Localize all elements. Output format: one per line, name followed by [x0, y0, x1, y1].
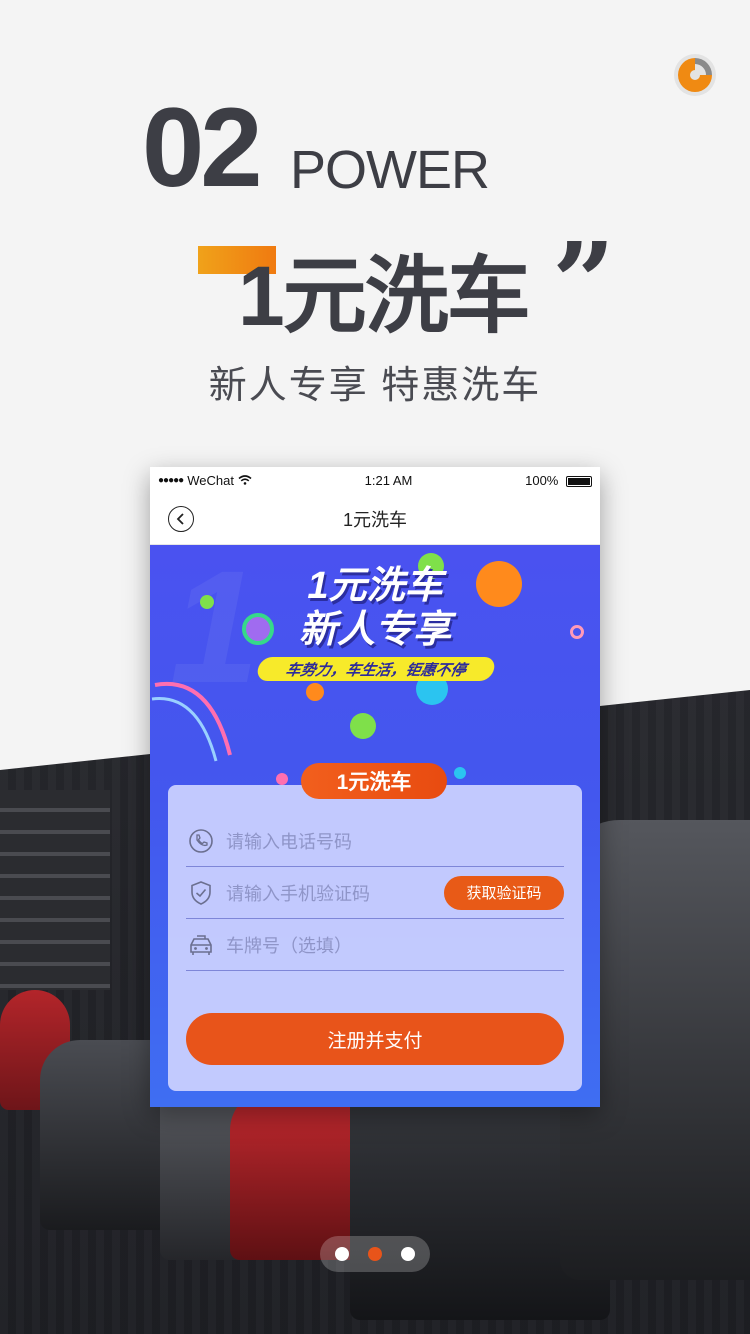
feature-title: 1元洗车 — [238, 249, 531, 343]
back-button[interactable] — [168, 506, 194, 532]
signup-form: 请输入电话号码 请输入手机验证码 获取验证码 车牌号（选填） 注册并支付 — [168, 785, 582, 1091]
feature-subtitle: 新人专享 特惠洗车 — [208, 365, 542, 407]
get-code-button[interactable]: 获取验证码 — [444, 875, 564, 910]
feature-power-label: POWER — [290, 140, 490, 200]
nav-title: 1元洗车 — [342, 509, 407, 530]
quote-mark: ” — [552, 218, 616, 347]
banner-headline-1: 1元洗车 — [307, 565, 443, 607]
code-input[interactable]: 请输入手机验证码 — [226, 880, 444, 906]
page-dot-active[interactable] — [368, 1247, 382, 1261]
chevron-left-icon — [176, 513, 184, 525]
background-building — [0, 790, 110, 990]
decor-arcs — [151, 681, 232, 762]
wifi-icon — [238, 475, 252, 485]
battery-percent: 100% — [525, 472, 559, 488]
shield-check-icon — [186, 878, 216, 908]
decor-bubble — [276, 773, 288, 785]
phone-icon — [186, 826, 216, 856]
page-dot[interactable] — [401, 1247, 415, 1261]
feature-number: 02 — [142, 85, 263, 210]
brand-logo-icon — [674, 54, 716, 96]
nav-bar: 1元洗车 — [150, 493, 600, 545]
battery-icon — [565, 475, 592, 487]
page-dot[interactable] — [335, 1247, 349, 1261]
promo-banner: 1 1元洗车 新人专享 车势力，车生活，钜惠不停 1元洗车 请输入电话号码 请输… — [150, 545, 600, 1107]
signal-dots-icon: ●●●●● — [158, 474, 184, 486]
decor-bubble — [350, 713, 376, 739]
decor-bubble — [306, 683, 324, 701]
status-bar: ●●●●● WeChat 1:21 AM 100% — [150, 467, 600, 493]
banner-tagline: 车势力，车生活，钜惠不停 — [255, 657, 497, 681]
carrier-name: WeChat — [187, 472, 234, 488]
plate-input[interactable]: 车牌号（选填） — [226, 932, 564, 958]
banner-pill: 1元洗车 — [301, 763, 447, 799]
phone-mockup: ●●●●● WeChat 1:21 AM 100% 1元洗车 1 1元洗车 新人… — [150, 467, 600, 1107]
car-icon — [186, 930, 216, 960]
phone-input[interactable]: 请输入电话号码 — [226, 828, 564, 854]
status-time: 1:21 AM — [364, 472, 413, 488]
page-indicator — [320, 1236, 430, 1272]
code-field-row[interactable]: 请输入手机验证码 获取验证码 — [186, 867, 564, 919]
plate-field-row[interactable]: 车牌号（选填） — [186, 919, 564, 971]
register-pay-button[interactable]: 注册并支付 — [186, 1013, 564, 1065]
phone-field-row[interactable]: 请输入电话号码 — [186, 815, 564, 867]
decor-bubble — [454, 767, 466, 779]
banner-headline-2: 新人专享 — [298, 609, 451, 651]
